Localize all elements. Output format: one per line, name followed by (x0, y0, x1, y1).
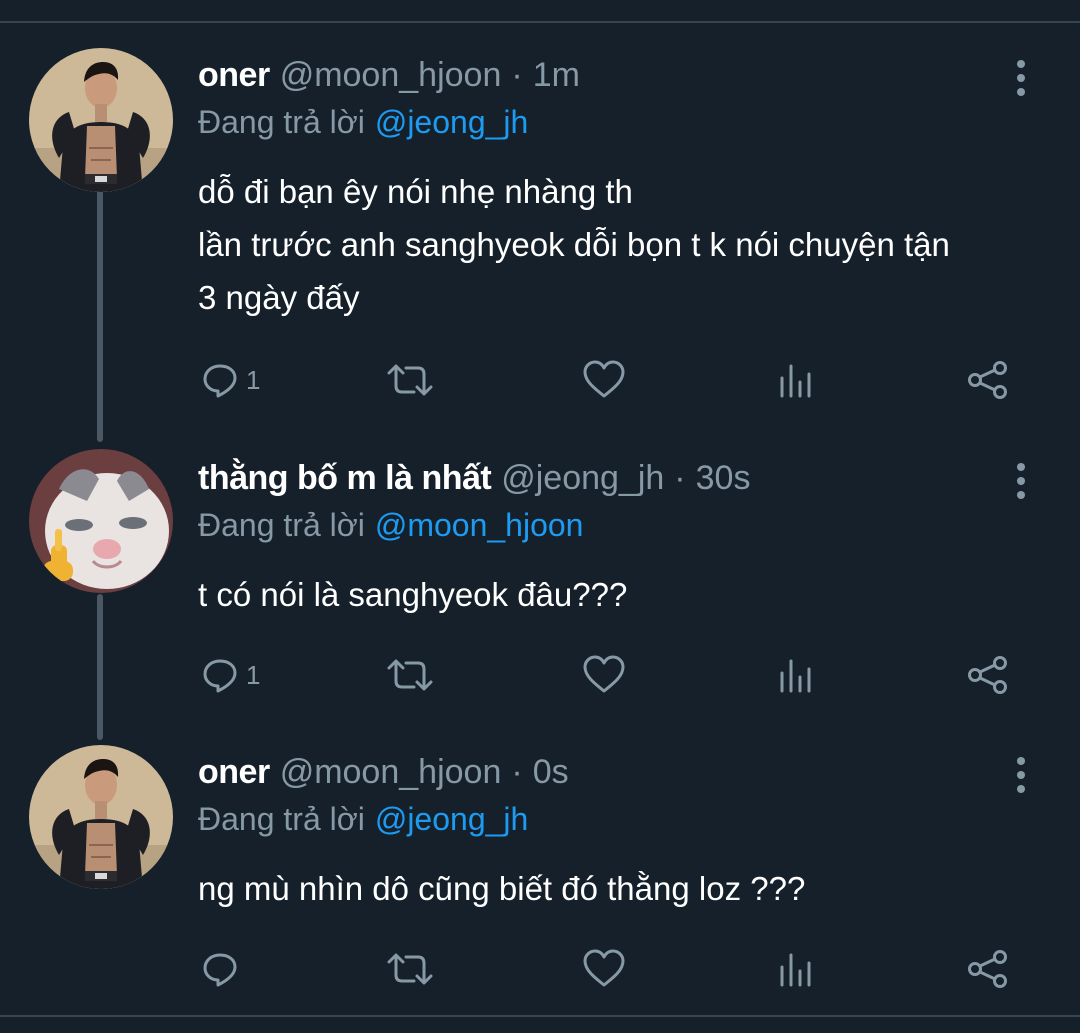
retweet-icon (386, 360, 434, 400)
analytics-icon (776, 949, 816, 989)
user-handle[interactable]: @moon_hjoon (280, 56, 502, 95)
timestamp[interactable]: 1m (533, 56, 580, 95)
share-icon (966, 655, 1010, 695)
like-button[interactable] (582, 650, 626, 700)
like-button[interactable] (582, 355, 626, 405)
replying-to-label: Đang trả lời (198, 801, 365, 837)
analytics-icon (776, 360, 816, 400)
avatar[interactable] (29, 745, 173, 889)
tweet-text: t có nói là sanghyeok đâu??? (198, 568, 627, 621)
timestamp[interactable]: 30s (696, 459, 751, 498)
like-button[interactable] (582, 944, 626, 994)
reply-button[interactable]: 1 (200, 355, 260, 405)
top-divider (0, 21, 1080, 23)
reply-count: 1 (246, 364, 261, 395)
views-button[interactable] (776, 355, 816, 405)
user-handle[interactable]: @jeong_jh (501, 459, 664, 498)
retweet-icon (386, 949, 434, 989)
retweet-button[interactable] (386, 355, 434, 405)
bottom-divider (0, 1015, 1080, 1017)
more-options-button[interactable] (1006, 58, 1036, 98)
tweet-text: dỗ đi bạn êy nói nhẹ nhàng th lần trước … (198, 165, 950, 324)
reply-button[interactable]: 1 (200, 650, 260, 700)
avatar[interactable] (29, 449, 173, 593)
man-denim-jacket-photo (29, 745, 173, 889)
heart-icon (582, 949, 626, 989)
tweet-header: oner @moon_hjoon · 0s (198, 749, 569, 795)
more-vertical-icon (1006, 755, 1036, 795)
tweet-text-line: 3 ngày đấy (198, 279, 360, 316)
tweet-text-line: lần trước anh sanghyeok dỗi bọn t k nói … (198, 226, 950, 263)
replying-to-label: Đang trả lời (198, 507, 365, 543)
reply-count: 1 (246, 659, 261, 690)
analytics-icon (776, 655, 816, 695)
separator-dot: · (511, 55, 523, 94)
retweet-button[interactable] (386, 650, 434, 700)
replying-to: Đang trả lời @moon_hjoon (198, 507, 583, 544)
display-name[interactable]: thằng bố m là nhất (198, 459, 492, 498)
reply-button[interactable] (200, 944, 246, 994)
share-icon (966, 949, 1010, 989)
views-button[interactable] (776, 944, 816, 994)
tweet-text-line: ng mù nhìn dô cũng biết đó thằng loz ??? (198, 870, 806, 907)
tweet-actions: 1 (0, 650, 1080, 700)
tweet-header: thằng bố m là nhất @jeong_jh · 30s (198, 455, 750, 501)
mention-link[interactable]: @moon_hjoon (375, 507, 584, 543)
views-button[interactable] (776, 650, 816, 700)
tweet-text-line: dỗ đi bạn êy nói nhẹ nhàng th (198, 173, 633, 210)
heart-icon (582, 655, 626, 695)
mention-link[interactable]: @jeong_jh (375, 801, 528, 837)
tweet[interactable]: oner @moon_hjoon · 0s Đang trả lời @jeong… (0, 749, 1080, 999)
retweet-icon (386, 655, 434, 695)
reply-icon (200, 949, 240, 989)
display-name[interactable]: oner (198, 753, 270, 792)
replying-to-label: Đang trả lời (198, 104, 365, 140)
tweet[interactable]: oner @moon_hjoon · 1m Đang trả lời @jeong… (0, 52, 1080, 402)
reply-icon (200, 655, 240, 695)
replying-to: Đang trả lời @jeong_jh (198, 801, 528, 838)
more-vertical-icon (1006, 461, 1036, 501)
display-name[interactable]: oner (198, 56, 270, 95)
separator-dot: · (511, 752, 523, 791)
reply-icon (200, 360, 240, 400)
more-options-button[interactable] (1006, 461, 1036, 501)
cat-middle-finger-photo (29, 449, 173, 593)
more-options-button[interactable] (1006, 755, 1036, 795)
man-denim-jacket-photo (29, 48, 173, 192)
more-vertical-icon (1006, 58, 1036, 98)
replying-to: Đang trả lời @jeong_jh (198, 104, 528, 141)
retweet-button[interactable] (386, 944, 434, 994)
tweet-actions (0, 944, 1080, 994)
share-button[interactable] (966, 355, 1010, 405)
separator-dot: · (674, 458, 686, 497)
heart-icon (582, 360, 626, 400)
share-icon (966, 360, 1010, 400)
timestamp[interactable]: 0s (533, 753, 569, 792)
share-button[interactable] (966, 650, 1010, 700)
user-handle[interactable]: @moon_hjoon (280, 753, 502, 792)
tweet-text: ng mù nhìn dô cũng biết đó thằng loz ??? (198, 862, 805, 915)
tweet-header: oner @moon_hjoon · 1m (198, 52, 580, 98)
tweet-actions: 1 (0, 355, 1080, 405)
share-button[interactable] (966, 944, 1010, 994)
tweet[interactable]: thằng bố m là nhất @jeong_jh · 30s Đang … (0, 455, 1080, 705)
avatar[interactable] (29, 48, 173, 192)
mention-link[interactable]: @jeong_jh (375, 104, 528, 140)
tweet-text-line: t có nói là sanghyeok đâu??? (198, 576, 628, 613)
